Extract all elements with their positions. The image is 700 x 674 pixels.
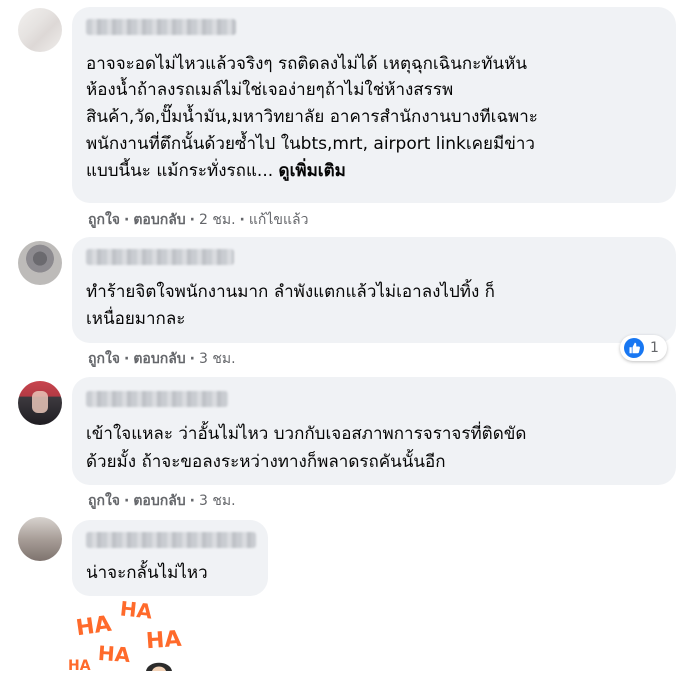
like-action[interactable]: ถูกใจ bbox=[88, 212, 120, 228]
comment-text-truncated: แบบนี้นะ แม้กระทั่งรถแ... bbox=[86, 161, 274, 181]
comment-text-line: อาจจะอดไม่ไหวแล้วจริงๆ รถติดลงไม่ได้ เหต… bbox=[86, 54, 527, 74]
sticker-word: HA bbox=[74, 611, 114, 642]
haha-sticker[interactable]: HA HA HA HA HA bbox=[68, 596, 190, 674]
timestamp[interactable]: 3 ชม. bbox=[199, 493, 236, 509]
comment-bubble: น่าจะกลั้นไม่ไหว bbox=[72, 520, 268, 596]
comment-actions: ถูกใจ · ตอบกลับ · 3 ชม. bbox=[88, 493, 236, 509]
commenter-name-blurred[interactable] bbox=[86, 532, 256, 548]
sticker-word: HA bbox=[118, 596, 154, 624]
comment-actions: ถูกใจ · ตอบกลับ · 2 ชม. · แก้ไขแล้ว bbox=[88, 212, 309, 228]
reaction-count: 1 bbox=[650, 340, 659, 356]
reply-action[interactable]: ตอบกลับ bbox=[133, 212, 185, 228]
commenter-avatar[interactable] bbox=[18, 517, 62, 561]
see-more-link[interactable]: ดูเพิ่มเติม bbox=[279, 161, 346, 181]
reply-action[interactable]: ตอบกลับ bbox=[133, 493, 185, 509]
sticker-word: HA bbox=[97, 640, 132, 668]
sticker-word: HA bbox=[68, 658, 91, 674]
commenter-name-blurred[interactable] bbox=[86, 391, 228, 407]
like-icon bbox=[624, 338, 644, 358]
timestamp[interactable]: 3 ชม. bbox=[199, 351, 236, 367]
comment-text-line: ทำร้ายจิตใจพนักงานมาก ลำพังแตกแล้วไม่เอา… bbox=[86, 282, 495, 302]
timestamp[interactable]: 2 ชม. bbox=[199, 212, 236, 228]
reply-action[interactable]: ตอบกลับ bbox=[133, 351, 185, 367]
comment-bubble: ทำร้ายจิตใจพนักงานมาก ลำพังแตกแล้วไม่เอา… bbox=[72, 237, 676, 343]
comment-bubble: อาจจะอดไม่ไหวแล้วจริงๆ รถติดลงไม่ได้ เหต… bbox=[72, 7, 676, 203]
commenter-name-blurred[interactable] bbox=[86, 249, 234, 265]
commenter-avatar[interactable] bbox=[18, 241, 62, 285]
comment-text-line: น่าจะกลั้นไม่ไหว bbox=[86, 563, 208, 583]
like-action[interactable]: ถูกใจ bbox=[88, 493, 120, 509]
commenter-avatar[interactable] bbox=[18, 381, 62, 425]
comment-text-line: พนักงานที่ตึกนั้นด้วยซ้ำไป ในbts,mrt, ai… bbox=[86, 134, 535, 154]
like-action[interactable]: ถูกใจ bbox=[88, 351, 120, 367]
sticker-word: HA bbox=[145, 626, 183, 655]
sticker-character bbox=[146, 662, 172, 671]
comment-text-line: สินค้า,วัด,ปั๊มน้ำมัน,มหาวิทยาลัย อาคารส… bbox=[86, 107, 538, 127]
edited-label: แก้ไขแล้ว bbox=[248, 212, 309, 228]
commenter-avatar[interactable] bbox=[18, 8, 62, 52]
comment-text-line: เข้าใจแหละ ว่าอั้นไม่ไหว บวกกับเจอสภาพกา… bbox=[86, 424, 527, 444]
reaction-summary[interactable]: 1 bbox=[620, 335, 667, 361]
commenter-name-blurred[interactable] bbox=[86, 19, 236, 35]
comment-actions: ถูกใจ · ตอบกลับ · 3 ชม. bbox=[88, 351, 236, 367]
comment-text-line: ห้องน้ำถ้าลงรถเมล์ไม่ใช่เจอง่ายๆถ้าไม่ใช… bbox=[86, 80, 454, 100]
comment-bubble: เข้าใจแหละ ว่าอั้นไม่ไหว บวกกับเจอสภาพกา… bbox=[72, 377, 676, 485]
comment-text-line: แบบนี้นะ แม้กระทั่งรถแ... ดูเพิ่มเติม bbox=[86, 158, 346, 184]
comment-text-line: เหนื่อยมากละ bbox=[86, 309, 186, 329]
comment-text-line: ด้วยมั้ง ถ้าจะขอลงระหว่างทางก็พลาดรถคันน… bbox=[86, 452, 446, 472]
